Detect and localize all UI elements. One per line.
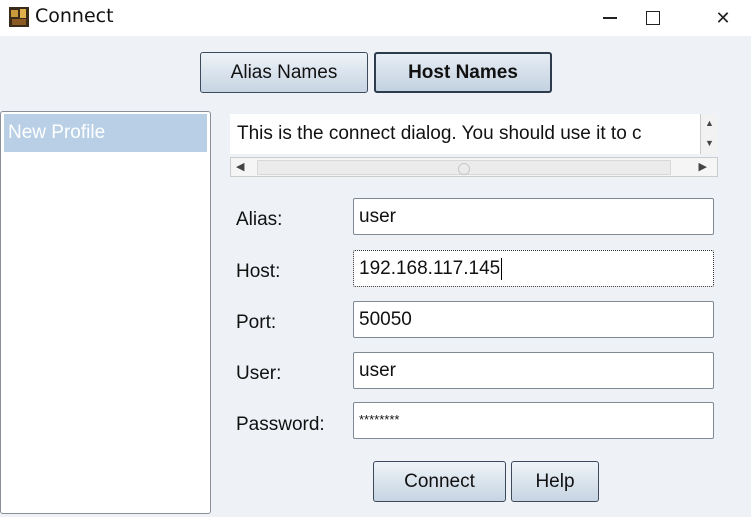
info-vertical-scrollbar[interactable]: ▲ ▼ bbox=[700, 114, 718, 154]
text-caret bbox=[501, 258, 503, 280]
scroll-down-icon[interactable]: ▼ bbox=[705, 138, 714, 148]
minimize-icon bbox=[603, 17, 617, 19]
host-value: 192.168.117.145 bbox=[359, 258, 501, 280]
password-input[interactable]: ******** bbox=[353, 402, 714, 439]
host-label: Host: bbox=[236, 261, 281, 282]
password-label: Password: bbox=[236, 414, 325, 435]
window-title: Connect bbox=[35, 5, 114, 27]
profile-item-new-profile[interactable]: New Profile bbox=[4, 114, 207, 152]
scroll-left-icon[interactable]: ◀ bbox=[236, 160, 244, 173]
host-names-button[interactable]: Host Names bbox=[374, 52, 552, 93]
port-label: Port: bbox=[236, 312, 277, 333]
user-label: User: bbox=[236, 363, 282, 384]
maximize-button[interactable] bbox=[625, 0, 681, 36]
info-text: This is the connect dialog. You should u… bbox=[237, 123, 642, 144]
scroll-track[interactable] bbox=[257, 160, 671, 175]
app-icon bbox=[9, 7, 29, 27]
profile-list[interactable]: New Profile bbox=[0, 111, 211, 514]
port-input[interactable]: 50050 bbox=[353, 301, 714, 338]
alias-label: Alias: bbox=[236, 209, 283, 230]
help-button[interactable]: Help bbox=[511, 461, 599, 502]
close-icon: ✕ bbox=[715, 7, 731, 28]
dialog-body: Alias Names Host Names New Profile This … bbox=[0, 36, 751, 517]
maximize-icon bbox=[646, 11, 660, 25]
scroll-thumb[interactable] bbox=[458, 163, 470, 175]
scroll-right-icon[interactable]: ▶ bbox=[699, 160, 707, 173]
info-text-area[interactable]: This is the connect dialog. You should u… bbox=[230, 114, 718, 154]
alias-names-button[interactable]: Alias Names bbox=[200, 52, 368, 93]
scroll-up-icon[interactable]: ▲ bbox=[705, 118, 714, 128]
user-input[interactable]: user bbox=[353, 352, 714, 389]
close-button[interactable]: ✕ bbox=[695, 0, 751, 36]
alias-input[interactable]: user bbox=[353, 198, 714, 235]
info-horizontal-scrollbar[interactable]: ◀ ▶ bbox=[230, 157, 718, 177]
connect-button[interactable]: Connect bbox=[373, 461, 506, 502]
host-input[interactable]: 192.168.117.145 bbox=[353, 250, 714, 287]
title-bar: Connect ✕ bbox=[0, 0, 751, 36]
